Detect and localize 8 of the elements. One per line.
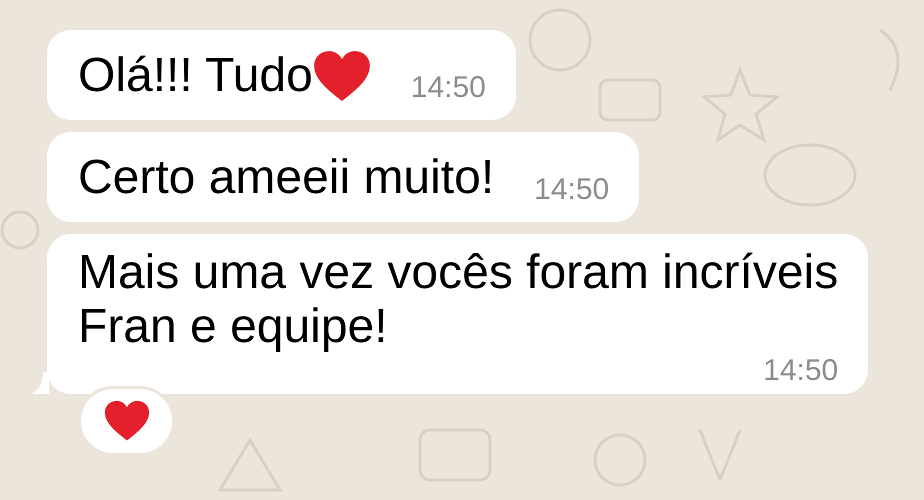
message-text: Certo ameeii muito! <box>78 150 494 206</box>
message-text: Mais uma vez vocês foram incríveis Fran e equipe! <box>78 246 838 354</box>
heart-icon <box>312 50 371 102</box>
message-time: 14:50 <box>763 354 838 388</box>
message-time: 14:50 <box>534 172 610 208</box>
heart-icon <box>104 400 150 442</box>
message-text: Olá!!! Tudo <box>78 48 313 104</box>
message-time: 14:50 <box>410 70 486 106</box>
